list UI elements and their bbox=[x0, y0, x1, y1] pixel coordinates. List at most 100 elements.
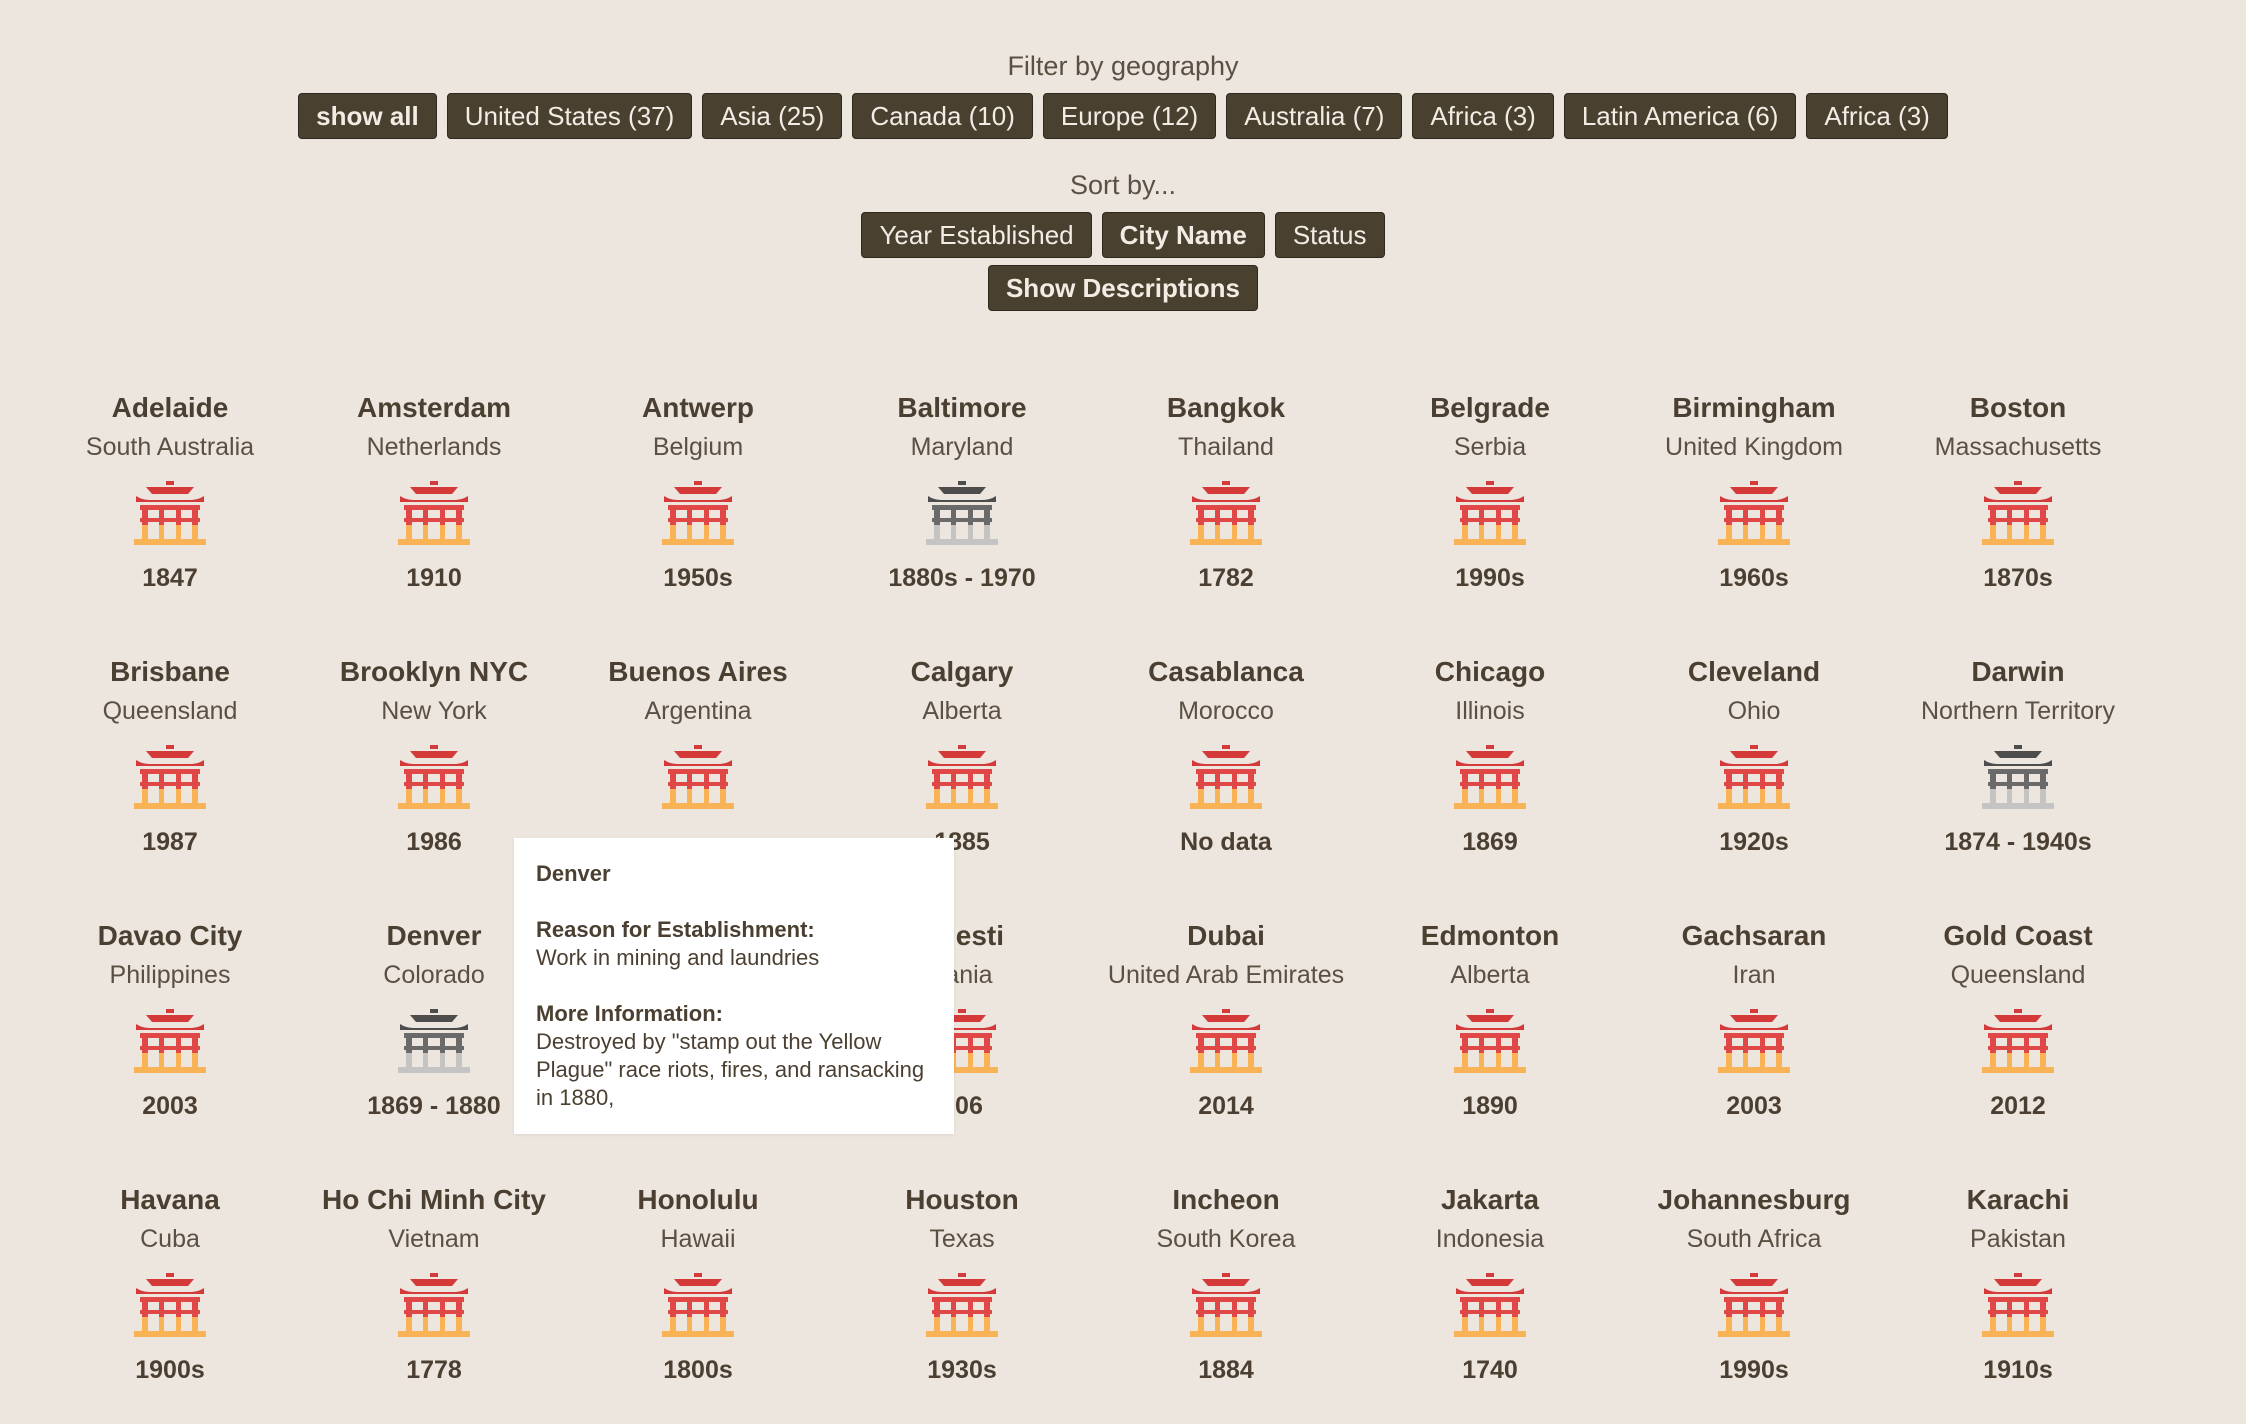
city-name: Amsterdam bbox=[356, 392, 512, 423]
city-card[interactable]: Casablanca Morocco No data bbox=[1094, 653, 1358, 860]
city-region: Queensland bbox=[1950, 961, 2086, 989]
city-card[interactable]: Cleveland Ohio 1920s bbox=[1622, 653, 1886, 860]
city-region: United Arab Emirates bbox=[1107, 961, 1345, 989]
city-card[interactable]: Incheon South Korea 1884 bbox=[1094, 1181, 1358, 1388]
city-year: 1884 bbox=[1198, 1356, 1254, 1384]
city-card[interactable]: Chicago Illinois 1869 bbox=[1358, 653, 1622, 860]
gate-icon bbox=[302, 481, 566, 550]
city-card[interactable]: Edmonton Alberta 1890 bbox=[1358, 917, 1622, 1124]
gate-icon bbox=[1358, 481, 1622, 550]
city-card[interactable]: Baltimore Maryland 1880s - 1970 bbox=[830, 389, 1094, 596]
city-region: Serbia bbox=[1453, 433, 1527, 461]
city-year: 1869 bbox=[1462, 828, 1518, 856]
city-card[interactable]: Dubai United Arab Emirates 2014 bbox=[1094, 917, 1358, 1124]
city-card[interactable]: Havana Cuba 1900s bbox=[38, 1181, 302, 1388]
city-card[interactable]: Adelaide South Australia 1847 bbox=[38, 389, 302, 596]
city-card[interactable]: Gold Coast Queensland 2012 bbox=[1886, 917, 2150, 1124]
city-region: Iran bbox=[1732, 961, 1776, 989]
city-year: 1987 bbox=[142, 828, 198, 856]
city-name: Gold Coast bbox=[1943, 920, 2093, 951]
city-name: Belgrade bbox=[1430, 392, 1550, 423]
city-year: 1890 bbox=[1462, 1092, 1518, 1120]
gate-icon bbox=[1094, 745, 1358, 814]
city-card[interactable]: Houston Texas 1930s bbox=[830, 1181, 1094, 1388]
gate-icon bbox=[566, 481, 830, 550]
city-name: Houston bbox=[905, 1184, 1019, 1215]
city-card[interactable]: Gachsaran Iran 2003 bbox=[1622, 917, 1886, 1124]
gate-icon bbox=[830, 745, 1094, 814]
city-region: Philippines bbox=[109, 961, 231, 989]
city-card[interactable]: Amsterdam Netherlands 1910 bbox=[302, 389, 566, 596]
city-region: Alberta bbox=[1450, 961, 1530, 989]
city-card[interactable]: Boston Massachusetts 1870s bbox=[1886, 389, 2150, 596]
city-card[interactable]: Antwerp Belgium 1950s bbox=[566, 389, 830, 596]
city-region: Vietnam bbox=[388, 1225, 480, 1253]
city-name: Gachsaran bbox=[1681, 920, 1827, 951]
city-card[interactable]: Davao City Philippines 2003 bbox=[38, 917, 302, 1124]
city-name: Casablanca bbox=[1148, 656, 1304, 687]
city-name: Johannesburg bbox=[1657, 1184, 1851, 1215]
city-year: 1874 - 1940s bbox=[1944, 828, 2092, 856]
city-region: Belgium bbox=[652, 433, 744, 461]
city-year: 1990s bbox=[1719, 1356, 1789, 1384]
city-card[interactable]: Karachi Pakistan 1910s bbox=[1886, 1181, 2150, 1388]
city-name: Brisbane bbox=[110, 656, 230, 687]
city-name: Birmingham bbox=[1672, 392, 1836, 423]
city-region: Northern Territory bbox=[1920, 697, 2116, 725]
gate-icon bbox=[1094, 481, 1358, 550]
city-card[interactable]: Calgary Alberta 1885 bbox=[830, 653, 1094, 860]
city-card[interactable]: Brooklyn NYC New York 1986 bbox=[302, 653, 566, 860]
city-region: Massachusetts bbox=[1934, 433, 2102, 461]
city-card[interactable]: Ho Chi Minh City Vietnam 1778 bbox=[302, 1181, 566, 1388]
city-year: 1920s bbox=[1719, 828, 1789, 856]
city-card[interactable]: Darwin Northern Territory 1874 - 1940s bbox=[1886, 653, 2150, 860]
city-year: 1800s bbox=[663, 1356, 733, 1384]
city-year: 2003 bbox=[142, 1092, 198, 1120]
city-year: 1900s bbox=[135, 1356, 205, 1384]
city-name: Edmonton bbox=[1420, 920, 1560, 951]
city-year: 1870s bbox=[1983, 564, 2053, 592]
city-name: Davao City bbox=[97, 920, 243, 951]
city-region: Ohio bbox=[1727, 697, 1781, 725]
city-card[interactable]: Bangkok Thailand 1782 bbox=[1094, 389, 1358, 596]
city-region: Netherlands bbox=[366, 433, 502, 461]
city-year: 2012 bbox=[1990, 1092, 2046, 1120]
city-name: Dubai bbox=[1187, 920, 1265, 951]
city-card[interactable]: Johannesburg South Africa 1990s bbox=[1622, 1181, 1886, 1388]
city-name: Karachi bbox=[1966, 1184, 2070, 1215]
city-year: 1960s bbox=[1719, 564, 1789, 592]
city-card[interactable]: Belgrade Serbia 1990s bbox=[1358, 389, 1622, 596]
gate-gone-icon bbox=[1886, 745, 2150, 814]
city-name: Incheon bbox=[1172, 1184, 1280, 1215]
city-card[interactable]: Buenos Aires Argentina bbox=[566, 653, 830, 824]
city-year: 2014 bbox=[1198, 1092, 1254, 1120]
city-region: Maryland bbox=[910, 433, 1014, 461]
city-name: Buenos Aires bbox=[608, 656, 788, 687]
city-name: Calgary bbox=[910, 656, 1014, 687]
gate-icon bbox=[38, 745, 302, 814]
city-name: Honolulu bbox=[637, 1184, 759, 1215]
gate-icon bbox=[1094, 1009, 1358, 1078]
city-region: Hawaii bbox=[660, 1225, 736, 1253]
city-region: Alberta bbox=[922, 697, 1002, 725]
city-card[interactable]: Jakarta Indonesia 1740 bbox=[1358, 1181, 1622, 1388]
city-year: 1778 bbox=[406, 1356, 462, 1384]
gate-icon bbox=[830, 1273, 1094, 1342]
gate-icon bbox=[38, 1009, 302, 1078]
city-region: New York bbox=[381, 697, 487, 725]
gate-icon bbox=[566, 745, 830, 814]
city-name: Bangkok bbox=[1166, 392, 1286, 423]
gate-icon bbox=[1358, 1273, 1622, 1342]
city-name: Antwerp bbox=[642, 392, 754, 423]
city-card[interactable]: Birmingham United Kingdom 1960s bbox=[1622, 389, 1886, 596]
city-year: No data bbox=[1180, 828, 1272, 856]
city-card[interactable]: Honolulu Hawaii 1800s bbox=[566, 1181, 830, 1388]
city-card[interactable]: Brisbane Queensland 1987 bbox=[38, 653, 302, 860]
city-year: 1930s bbox=[927, 1356, 997, 1384]
city-region: Pakistan bbox=[1970, 1225, 2066, 1253]
city-year: 1847 bbox=[142, 564, 198, 592]
city-year: 1910 bbox=[406, 564, 462, 592]
city-year: 1950s bbox=[663, 564, 733, 592]
city-year: 1740 bbox=[1462, 1356, 1518, 1384]
city-region: South Australia bbox=[85, 433, 255, 461]
